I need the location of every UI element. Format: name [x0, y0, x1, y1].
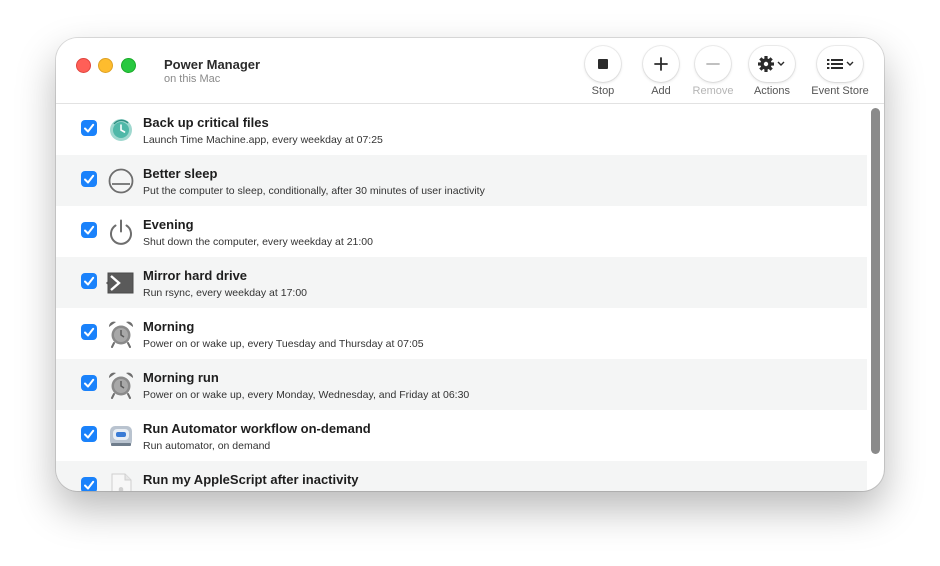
terminal-icon	[106, 268, 136, 298]
events-list: Back up critical files Launch Time Machi…	[56, 104, 867, 491]
enabled-checkbox[interactable]	[81, 222, 97, 238]
list-item[interactable]: Better sleep Put the computer to sleep, …	[56, 155, 867, 206]
event-description: Launch Time Machine.app, every weekday a…	[143, 134, 383, 146]
checkmark-icon	[84, 174, 95, 184]
event-name: Morning	[143, 319, 195, 334]
enabled-checkbox[interactable]	[81, 273, 97, 289]
enabled-checkbox[interactable]	[81, 375, 97, 391]
list-item[interactable]: Run Automator workflow on-demand Run aut…	[56, 410, 867, 461]
plus-icon	[654, 57, 668, 71]
event-store-menu-button[interactable]: Event Store	[802, 46, 878, 97]
checkmark-icon	[84, 327, 95, 337]
checkmark-icon	[84, 480, 95, 490]
event-description: Power on or wake up, every Monday, Wedne…	[143, 389, 470, 401]
alarm-clock-icon	[106, 319, 136, 349]
enabled-checkbox[interactable]	[81, 324, 97, 340]
event-name: Run my AppleScript after inactivity	[143, 472, 359, 487]
app-window: Power Manager on this Mac Stop Add Remov…	[56, 38, 884, 491]
list-item[interactable]: Run my AppleScript after inactivity	[56, 461, 867, 491]
enabled-checkbox[interactable]	[81, 120, 97, 136]
window-subtitle: on this Mac	[164, 73, 221, 85]
minimize-window-button[interactable]	[98, 58, 113, 73]
checkmark-icon	[84, 276, 95, 286]
time-machine-icon	[106, 115, 136, 145]
checkmark-icon	[84, 378, 95, 388]
event-name: Mirror hard drive	[143, 268, 248, 283]
event-description: Put the computer to sleep, conditionally…	[143, 185, 485, 197]
event-store-label: Event Store	[811, 85, 869, 97]
minus-icon	[706, 63, 720, 65]
event-description: Run rsync, every weekday at 17:00	[143, 287, 308, 299]
zoom-window-button[interactable]	[121, 58, 136, 73]
list-item[interactable]: Mirror hard drive Run rsync, every weekd…	[56, 257, 867, 308]
stop-button-circle[interactable]	[585, 46, 621, 82]
checkmark-icon	[84, 429, 95, 439]
remove-button-circle[interactable]	[695, 46, 731, 82]
list-item[interactable]: Evening Shut down the computer, every we…	[56, 206, 867, 257]
checkmark-icon	[84, 123, 95, 133]
gear-icon	[758, 56, 785, 72]
automator-icon	[106, 421, 136, 451]
enabled-checkbox[interactable]	[81, 426, 97, 442]
actions-menu-button[interactable]: Actions	[734, 46, 810, 97]
enabled-checkbox[interactable]	[81, 171, 97, 187]
list-item[interactable]: Back up critical files Launch Time Machi…	[56, 104, 867, 155]
actions-button-circle[interactable]	[749, 46, 795, 82]
vertical-scrollbar[interactable]	[869, 106, 882, 471]
close-window-button[interactable]	[76, 58, 91, 73]
event-name: Better sleep	[143, 166, 218, 181]
sleep-icon	[106, 166, 136, 196]
scrollbar-thumb[interactable]	[871, 108, 880, 454]
event-store-button-circle[interactable]	[817, 46, 863, 82]
alarm-clock-icon	[106, 370, 136, 400]
applescript-icon	[106, 472, 136, 491]
event-description: Shut down the computer, every weekday at…	[143, 236, 373, 248]
add-button-circle[interactable]	[643, 46, 679, 82]
enabled-checkbox[interactable]	[81, 477, 97, 491]
list-item[interactable]: Morning Power on or wake up, every Tuesd…	[56, 308, 867, 359]
window-title: Power Manager	[164, 57, 261, 72]
list-item[interactable]: Morning run Power on or wake up, every M…	[56, 359, 867, 410]
list-icon	[827, 59, 854, 69]
actions-label: Actions	[753, 85, 791, 97]
event-name: Evening	[143, 217, 194, 232]
toolbar: Power Manager on this Mac Stop Add Remov…	[56, 38, 884, 104]
event-name: Back up critical files	[143, 115, 269, 130]
power-icon	[106, 217, 136, 247]
stop-icon	[598, 59, 608, 69]
event-name: Morning run	[143, 370, 219, 385]
event-description: Run automator, on demand	[143, 440, 271, 452]
event-description: Power on or wake up, every Tuesday and T…	[143, 338, 424, 350]
checkmark-icon	[84, 225, 95, 235]
event-name: Run Automator workflow on-demand	[143, 421, 371, 436]
